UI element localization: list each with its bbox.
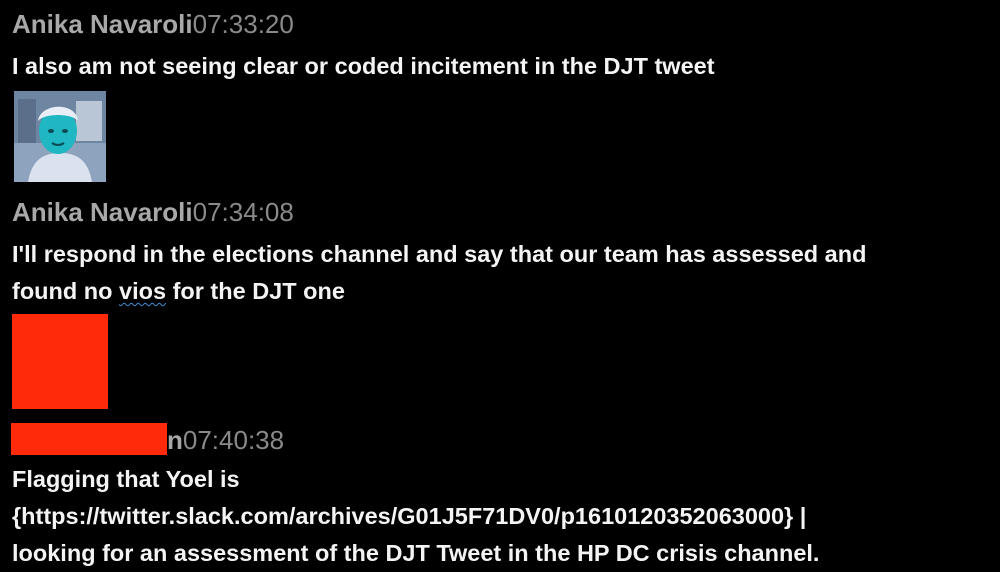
- message-line-part: for the DJT one: [166, 278, 345, 304]
- message-line: I also am not seeing clear or coded inci…: [12, 53, 715, 79]
- message-line: found no vios for the DJT one: [12, 273, 997, 310]
- misspelled-word: vios: [119, 278, 167, 304]
- redacted-avatar[interactable]: [12, 314, 108, 409]
- message-header: n07:40:38: [11, 423, 284, 455]
- avatar[interactable]: [14, 91, 106, 182]
- message-link-line[interactable]: {https://twitter.slack.com/archives/G01J…: [12, 498, 997, 535]
- message-line-part: found no: [12, 278, 120, 304]
- message-line: I'll respond in the elections channel an…: [12, 241, 867, 267]
- message-timestamp[interactable]: 07:33:20: [193, 9, 294, 39]
- message-header: Anika Navaroli07:33:20: [12, 9, 294, 39]
- message-text: Flagging that Yoel is {https://twitter.s…: [12, 461, 997, 572]
- redacted-sender-name[interactable]: [11, 423, 167, 455]
- message-text: I also am not seeing clear or coded inci…: [12, 48, 997, 85]
- message-line: looking for an assessment of the DJT Twe…: [12, 540, 820, 566]
- message-header: Anika Navaroli07:34:08: [12, 197, 294, 227]
- message-timestamp[interactable]: 07:34:08: [193, 197, 294, 227]
- avatar-image: [14, 91, 106, 182]
- sender-name-visible[interactable]: n: [167, 425, 183, 455]
- message-text: I'll respond in the elections channel an…: [12, 236, 997, 310]
- sender-name[interactable]: Anika Navaroli: [12, 9, 193, 39]
- message-thread: Anika Navaroli07:33:20 I also am not see…: [0, 0, 1000, 571]
- message-line: Flagging that Yoel is: [12, 466, 240, 492]
- message-timestamp[interactable]: 07:40:38: [183, 425, 284, 455]
- sender-name[interactable]: Anika Navaroli: [12, 197, 193, 227]
